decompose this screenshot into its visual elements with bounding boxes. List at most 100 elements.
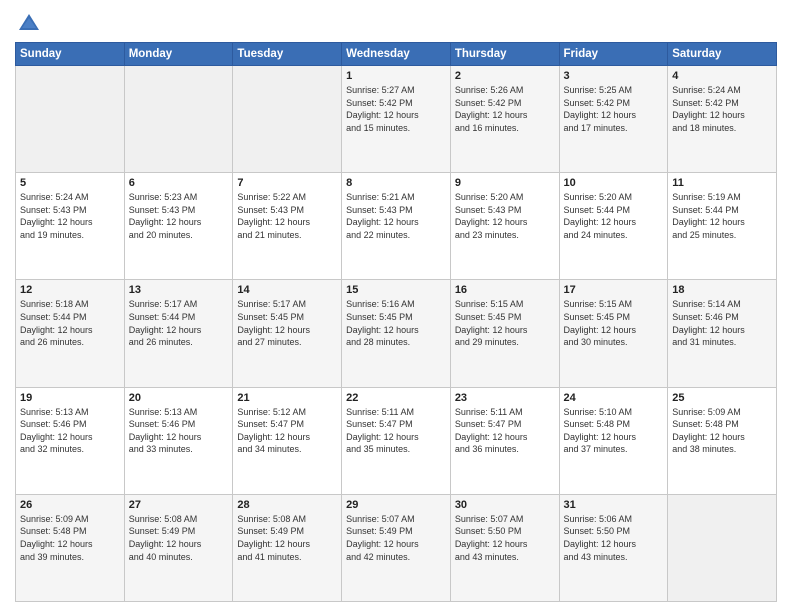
day-number: 9 [455,177,555,189]
calendar-cell: 20 Sunrise: 5:13 AM Sunset: 5:46 PM Dayli… [124,387,233,494]
day-of-week-header: Monday [124,43,233,66]
day-number: 20 [129,392,229,404]
day-number: 14 [237,284,337,296]
day-number: 25 [672,392,772,404]
day-info: Sunrise: 5:21 AM Sunset: 5:43 PM Dayligh… [346,191,446,241]
day-number: 16 [455,284,555,296]
calendar-cell: 8Sunrise: 5:21 AM Sunset: 5:43 PM Daylig… [342,173,451,280]
day-info: Sunrise: 5:12 AM Sunset: 5:47 PM Dayligh… [237,406,337,456]
day-number: 17 [564,284,664,296]
day-info: Sunrise: 5:13 AM Sunset: 5:46 PM Dayligh… [20,406,120,456]
day-number: 21 [237,392,337,404]
calendar-week-row: 1Sunrise: 5:27 AM Sunset: 5:42 PM Daylig… [16,66,777,173]
calendar-cell: 11Sunrise: 5:19 AM Sunset: 5:44 PM Dayli… [668,173,777,280]
calendar-table: SundayMondayTuesdayWednesdayThursdayFrid… [15,42,777,602]
calendar-cell: 19Sunrise: 5:13 AM Sunset: 5:46 PM Dayli… [16,387,125,494]
calendar-week-row: 26 Sunrise: 5:09 AM Sunset: 5:48 PM Dayli… [16,494,777,601]
day-info: Sunrise: 5:14 AM Sunset: 5:46 PM Dayligh… [672,298,772,348]
day-info: Sunrise: 5:07 AM Sunset: 5:49 PM Dayligh… [346,513,446,563]
day-of-week-header: Tuesday [233,43,342,66]
calendar-cell: 5 Sunrise: 5:24 AM Sunset: 5:43 PM Daylig… [16,173,125,280]
day-number: 13 [129,284,229,296]
day-number: 22 [346,392,446,404]
calendar-body: 1Sunrise: 5:27 AM Sunset: 5:42 PM Daylig… [16,66,777,602]
calendar-cell: 10 Sunrise: 5:20 AM Sunset: 5:44 PM Dayli… [559,173,668,280]
day-info: Sunrise: 5:17 AM Sunset: 5:44 PM Dayligh… [129,298,229,348]
day-info: Sunrise: 5:08 AM Sunset: 5:49 PM Dayligh… [129,513,229,563]
day-number: 23 [455,392,555,404]
calendar-cell: 3 Sunrise: 5:25 AM Sunset: 5:42 PM Daylig… [559,66,668,173]
days-of-week-row: SundayMondayTuesdayWednesdayThursdayFrid… [16,43,777,66]
calendar-cell: 16 Sunrise: 5:15 AM Sunset: 5:45 PM Dayli… [450,280,559,387]
calendar-cell: 2 Sunrise: 5:26 AM Sunset: 5:42 PM Daylig… [450,66,559,173]
calendar-cell: 17 Sunrise: 5:15 AM Sunset: 5:45 PM Dayli… [559,280,668,387]
calendar-cell: 18 Sunrise: 5:14 AM Sunset: 5:46 PM Dayli… [668,280,777,387]
calendar-cell [16,66,125,173]
logo-icon [15,10,43,38]
calendar-header: SundayMondayTuesdayWednesdayThursdayFrid… [16,43,777,66]
day-info: Sunrise: 5:20 AM Sunset: 5:43 PM Dayligh… [455,191,555,241]
day-number: 2 [455,70,555,82]
calendar-cell: 22 Sunrise: 5:11 AM Sunset: 5:47 PM Dayli… [342,387,451,494]
calendar-cell: 12 Sunrise: 5:18 AM Sunset: 5:44 PM Dayli… [16,280,125,387]
day-number: 31 [564,499,664,511]
day-number: 3 [564,70,664,82]
day-info: Sunrise: 5:11 AM Sunset: 5:47 PM Dayligh… [455,406,555,456]
calendar-week-row: 12 Sunrise: 5:18 AM Sunset: 5:44 PM Dayli… [16,280,777,387]
day-info: Sunrise: 5:27 AM Sunset: 5:42 PM Dayligh… [346,84,446,134]
day-info: Sunrise: 5:25 AM Sunset: 5:42 PM Dayligh… [564,84,664,134]
day-info: Sunrise: 5:19 AM Sunset: 5:44 PM Dayligh… [672,191,772,241]
day-number: 28 [237,499,337,511]
day-number: 7 [237,177,337,189]
page: SundayMondayTuesdayWednesdayThursdayFrid… [0,0,792,612]
calendar-cell: 31 Sunrise: 5:06 AM Sunset: 5:50 PM Dayli… [559,494,668,601]
calendar-cell: 23 Sunrise: 5:11 AM Sunset: 5:47 PM Dayli… [450,387,559,494]
calendar-cell: 24 Sunrise: 5:10 AM Sunset: 5:48 PM Dayli… [559,387,668,494]
calendar-cell: 26 Sunrise: 5:09 AM Sunset: 5:48 PM Dayli… [16,494,125,601]
day-of-week-header: Sunday [16,43,125,66]
day-number: 12 [20,284,120,296]
day-number: 10 [564,177,664,189]
day-info: Sunrise: 5:18 AM Sunset: 5:44 PM Dayligh… [20,298,120,348]
day-info: Sunrise: 5:15 AM Sunset: 5:45 PM Dayligh… [455,298,555,348]
calendar-cell: 1Sunrise: 5:27 AM Sunset: 5:42 PM Daylig… [342,66,451,173]
day-info: Sunrise: 5:09 AM Sunset: 5:48 PM Dayligh… [20,513,120,563]
day-info: Sunrise: 5:10 AM Sunset: 5:48 PM Dayligh… [564,406,664,456]
calendar-cell: 14 Sunrise: 5:17 AM Sunset: 5:45 PM Dayli… [233,280,342,387]
day-of-week-header: Saturday [668,43,777,66]
day-number: 15 [346,284,446,296]
day-info: Sunrise: 5:17 AM Sunset: 5:45 PM Dayligh… [237,298,337,348]
calendar-cell: 27 Sunrise: 5:08 AM Sunset: 5:49 PM Dayli… [124,494,233,601]
calendar-cell [233,66,342,173]
day-number: 4 [672,70,772,82]
day-info: Sunrise: 5:16 AM Sunset: 5:45 PM Dayligh… [346,298,446,348]
calendar-cell: 30Sunrise: 5:07 AM Sunset: 5:50 PM Dayli… [450,494,559,601]
day-info: Sunrise: 5:07 AM Sunset: 5:50 PM Dayligh… [455,513,555,563]
day-info: Sunrise: 5:09 AM Sunset: 5:48 PM Dayligh… [672,406,772,456]
header [15,10,777,38]
day-of-week-header: Wednesday [342,43,451,66]
day-info: Sunrise: 5:24 AM Sunset: 5:42 PM Dayligh… [672,84,772,134]
calendar-cell: 28 Sunrise: 5:08 AM Sunset: 5:49 PM Dayli… [233,494,342,601]
day-info: Sunrise: 5:23 AM Sunset: 5:43 PM Dayligh… [129,191,229,241]
calendar-week-row: 5 Sunrise: 5:24 AM Sunset: 5:43 PM Daylig… [16,173,777,280]
day-number: 27 [129,499,229,511]
day-of-week-header: Thursday [450,43,559,66]
day-number: 26 [20,499,120,511]
day-info: Sunrise: 5:26 AM Sunset: 5:42 PM Dayligh… [455,84,555,134]
day-number: 18 [672,284,772,296]
day-info: Sunrise: 5:20 AM Sunset: 5:44 PM Dayligh… [564,191,664,241]
day-info: Sunrise: 5:08 AM Sunset: 5:49 PM Dayligh… [237,513,337,563]
day-of-week-header: Friday [559,43,668,66]
day-number: 5 [20,177,120,189]
calendar-cell [668,494,777,601]
day-info: Sunrise: 5:13 AM Sunset: 5:46 PM Dayligh… [129,406,229,456]
calendar-cell: 15 Sunrise: 5:16 AM Sunset: 5:45 PM Dayli… [342,280,451,387]
day-number: 24 [564,392,664,404]
day-info: Sunrise: 5:24 AM Sunset: 5:43 PM Dayligh… [20,191,120,241]
calendar-cell [124,66,233,173]
day-info: Sunrise: 5:11 AM Sunset: 5:47 PM Dayligh… [346,406,446,456]
day-info: Sunrise: 5:15 AM Sunset: 5:45 PM Dayligh… [564,298,664,348]
day-info: Sunrise: 5:06 AM Sunset: 5:50 PM Dayligh… [564,513,664,563]
calendar-cell: 7Sunrise: 5:22 AM Sunset: 5:43 PM Daylig… [233,173,342,280]
